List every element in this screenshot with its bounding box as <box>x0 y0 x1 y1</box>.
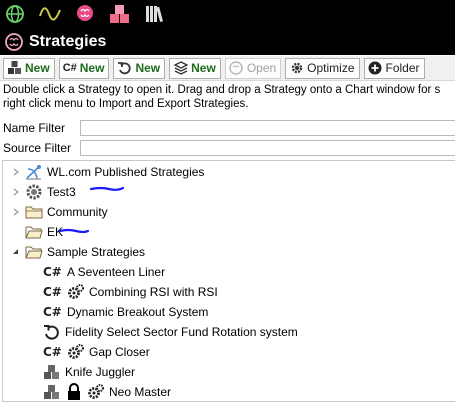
globe-icon[interactable] <box>4 3 26 25</box>
page-title: Strategies <box>29 32 107 50</box>
optimize-label: Optimize <box>307 61 355 75</box>
tree-item-wl-published[interactable]: WL.com Published Strategies <box>11 162 204 182</box>
tree-item-gap-closer[interactable]: C# Gap Closer <box>43 342 150 362</box>
new-layered-strategy-button[interactable]: New <box>169 57 221 79</box>
plus-circle-icon <box>368 61 383 76</box>
window-title-bar: Strategies <box>0 28 455 55</box>
source-filter-label: Source Filter <box>3 140 72 155</box>
source-filter-row: Source Filter <box>0 138 455 157</box>
open-button[interactable]: Open <box>224 57 282 79</box>
new-label: New <box>135 61 161 75</box>
tree-item-sample-strategies[interactable]: Sample Strategies <box>11 242 145 262</box>
name-filter-label: Name Filter <box>3 120 66 135</box>
csharp-icon: C# <box>43 305 62 319</box>
tree-item-label: Gap Closer <box>89 345 150 359</box>
strategy-tree: WL.com Published Strategies Test3 Commun… <box>2 160 455 402</box>
new-csharp-strategy-button[interactable]: C# New <box>58 57 110 79</box>
tree-item-label: A Seventeen Liner <box>67 265 166 279</box>
instructions-text: Double click a Strategy to open it. Drag… <box>3 83 455 111</box>
lock-icon <box>65 383 83 401</box>
csharp-icon: C# <box>43 345 62 359</box>
library-icon[interactable] <box>144 3 166 25</box>
open-label: Open <box>246 61 277 75</box>
brain-icon <box>229 61 244 76</box>
blocks-icon <box>43 383 61 401</box>
tree-item-neo-master[interactable]: Neo Master <box>43 382 172 401</box>
expand-arrow-icon[interactable] <box>11 167 21 177</box>
tree-item-test3[interactable]: Test3 <box>11 182 76 202</box>
tree-item-label: Fidelity Select Sector Fund Rotation sys… <box>65 325 298 339</box>
new-label: New <box>79 61 105 75</box>
tree-item-fidelity-rotation[interactable]: Fidelity Select Sector Fund Rotation sys… <box>43 322 298 342</box>
gears-icon <box>67 343 85 361</box>
source-filter-input[interactable] <box>80 139 455 156</box>
tree-item-label: Combining RSI with RSI <box>89 285 218 299</box>
tree-item-combining-rsi[interactable]: C# Combining RSI with RSI <box>43 282 218 302</box>
folder-button[interactable]: Folder <box>363 57 425 79</box>
tree-item-knife-juggler[interactable]: Knife Juggler <box>43 362 135 382</box>
expand-arrow-icon[interactable] <box>11 207 21 217</box>
blocks-icon <box>7 61 22 76</box>
layers-icon <box>173 61 188 76</box>
brain-icon <box>4 32 24 52</box>
folder-icon <box>25 203 43 221</box>
csharp-icon: C# <box>62 62 77 74</box>
name-filter-input[interactable] <box>80 119 455 136</box>
tree-item-label: Community <box>47 205 108 219</box>
rotate-icon <box>43 323 61 341</box>
blocks-icon[interactable] <box>109 3 131 25</box>
annotation-underline <box>58 228 90 234</box>
new-label: New <box>25 61 50 75</box>
instructions-line-1: Double click a Strategy to open it. Drag… <box>3 84 441 96</box>
name-filter-row: Name Filter <box>0 118 455 137</box>
tree-item-seventeen-liner[interactable]: C# A Seventeen Liner <box>43 262 165 282</box>
app-top-bar <box>0 0 455 28</box>
folder-open-icon <box>25 243 43 261</box>
gear-icon <box>289 61 304 76</box>
tree-item-label: Test3 <box>47 185 76 199</box>
tree-item-label: Dynamic Breakout System <box>67 305 209 319</box>
tree-item-label: Neo Master <box>109 385 172 399</box>
brain-icon[interactable] <box>74 3 96 25</box>
tree-item-community[interactable]: Community <box>11 202 108 222</box>
new-label: New <box>191 61 216 75</box>
gears-icon <box>87 383 105 401</box>
folder-label: Folder <box>385 61 420 75</box>
instructions-line-2: right click menu to Import and Export St… <box>3 98 249 110</box>
expand-arrow-icon[interactable] <box>11 187 21 197</box>
collapse-arrow-icon[interactable] <box>11 247 21 257</box>
new-blocks-strategy-button[interactable]: New <box>3 57 55 79</box>
strategies-toolbar: New C# New New New Open Optimize Folder <box>0 56 455 81</box>
gear-icon <box>25 183 43 201</box>
folder-open-icon <box>25 223 43 241</box>
optimize-button[interactable]: Optimize <box>285 57 360 79</box>
annotation-underline <box>89 186 125 191</box>
tree-item-label: WL.com Published Strategies <box>47 165 205 179</box>
csharp-icon: C# <box>43 285 62 299</box>
blocks-icon <box>43 363 61 381</box>
csharp-icon: C# <box>43 265 62 279</box>
new-rotation-strategy-button[interactable]: New <box>113 57 166 79</box>
satellite-icon <box>25 163 43 181</box>
tree-item-label: Sample Strategies <box>47 245 146 259</box>
gears-icon <box>67 283 85 301</box>
rotate-icon <box>117 61 132 76</box>
tree-item-dynamic-breakout[interactable]: C# Dynamic Breakout System <box>43 302 208 322</box>
tree-item-label: Knife Juggler <box>65 365 136 379</box>
wave-icon[interactable] <box>39 3 61 25</box>
